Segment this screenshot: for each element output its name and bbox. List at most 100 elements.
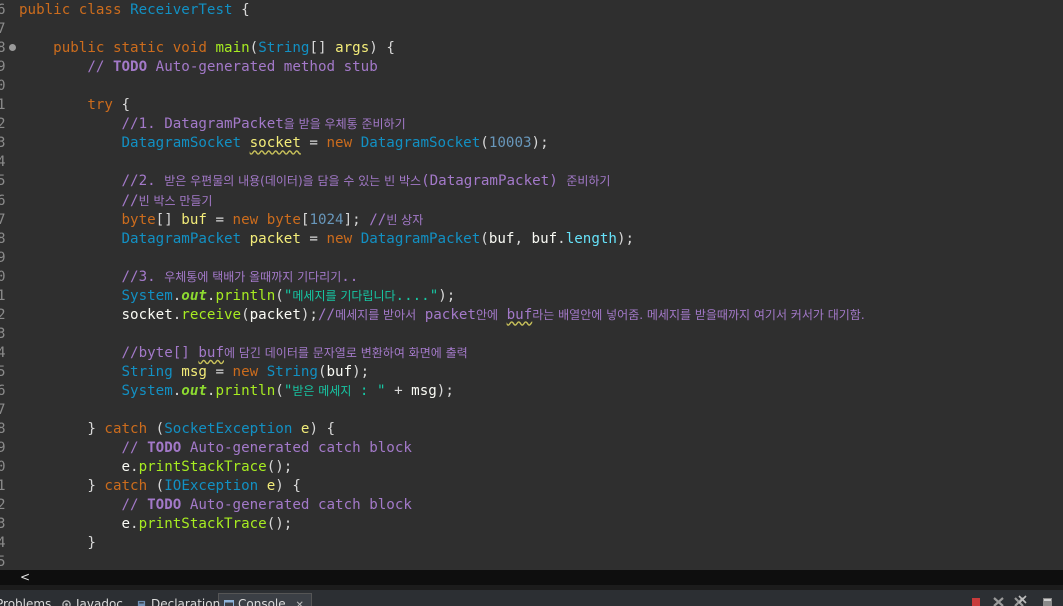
code-text: public static void main(String[] args) {	[53, 40, 395, 57]
code-text: } catch (SocketException e) {	[19, 421, 336, 438]
code-line[interactable]: 9	[0, 249, 1063, 268]
line-number: 6	[0, 192, 6, 209]
tab-javadoc-label: Javadoc	[76, 597, 123, 606]
tab-javadoc[interactable]: Javadoc	[62, 596, 123, 606]
code-line[interactable]: 9 // TODO Auto-generated method stub	[0, 58, 1063, 77]
line-number: 3	[0, 516, 6, 533]
console-icon	[224, 597, 234, 606]
line-number: 9	[0, 249, 6, 266]
code-line[interactable]: 1 try {	[0, 96, 1063, 115]
code-line[interactable]: 3	[0, 325, 1063, 344]
code-line[interactable]: 7	[0, 401, 1063, 420]
code-line[interactable]: 5 String msg = new String(buf);	[0, 363, 1063, 382]
code-text: socket.receive(packet);//메세지를 받아서 packet…	[121, 306, 865, 323]
code-line[interactable]: 3 e.printStackTrace();	[0, 515, 1063, 534]
horizontal-scrollbar[interactable]: <	[0, 570, 1063, 585]
code-line[interactable]: 1 System.out.println("메세지를 기다립니다....");	[0, 287, 1063, 306]
line-number: 3	[0, 135, 6, 152]
code-text: //1. DatagramPacket을 받을 우체통 준비하기	[121, 116, 406, 133]
line-number: 1	[0, 287, 6, 304]
code-line[interactable]: 0 e.printStackTrace();	[0, 458, 1063, 477]
code-text: System.out.println("메세지를 기다립니다....");	[121, 287, 456, 304]
tab-problems[interactable]: Problems	[0, 596, 51, 606]
code-line[interactable]: 8 public static void main(String[] args)…	[0, 39, 1063, 58]
line-number: 6	[0, 2, 6, 18]
code-text: //3. 우체통에 택배가 올때까지 기다리기..	[121, 268, 359, 285]
terminate-icon[interactable]	[971, 595, 982, 606]
code-line[interactable]: 5	[0, 553, 1063, 570]
line-number: 5	[0, 554, 6, 570]
code-text: // TODO Auto-generated catch block	[121, 440, 412, 457]
line-number: 2	[0, 306, 6, 323]
code-line[interactable]: 4 //byte[] buf에 담긴 데이터를 문자열로 변환하여 화면에 출력	[0, 344, 1063, 363]
tab-console[interactable]: Console ✕	[224, 596, 304, 606]
line-number: 8	[0, 40, 6, 57]
code-line[interactable]: 4 }	[0, 534, 1063, 553]
line-number: 9	[0, 440, 6, 457]
line-number: 2	[0, 116, 6, 133]
line-number: 5	[0, 363, 6, 380]
line-number: 4	[0, 535, 6, 552]
code-text: //byte[] buf에 담긴 데이터를 문자열로 변환하여 화면에 출력	[121, 344, 468, 361]
code-line[interactable]: 2 //1. DatagramPacket을 받을 우체통 준비하기	[0, 115, 1063, 134]
code-text: try {	[87, 97, 131, 114]
line-number: 2	[0, 497, 6, 514]
line-number: 1	[0, 97, 6, 114]
line-number: 5	[0, 173, 6, 190]
tab-console-close-icon[interactable]: ✕	[295, 600, 303, 606]
code-text: DatagramPacket packet = new DatagramPack…	[121, 230, 635, 247]
tab-problems-label: Problems	[0, 597, 52, 606]
code-text: DatagramSocket socket = new DatagramSock…	[121, 135, 549, 152]
line-number: 0	[0, 268, 6, 285]
line-number: 3	[0, 325, 6, 342]
tab-console-label: Console	[238, 597, 286, 606]
line-number: 4	[0, 154, 6, 171]
at-icon	[62, 597, 71, 606]
declaration-icon	[137, 597, 146, 606]
line-number: 7	[0, 21, 6, 38]
code-text: byte[] buf = new byte[1024]; //빈 상자	[121, 211, 424, 228]
scroll-left-icon[interactable]: <	[20, 570, 30, 585]
code-line[interactable]: 6 //빈 박스 만들기	[0, 192, 1063, 211]
code-line[interactable]: 2 // TODO Auto-generated catch block	[0, 496, 1063, 515]
code-line[interactable]: 0 //3. 우체통에 택배가 올때까지 기다리기..	[0, 268, 1063, 287]
code-line[interactable]: 0	[0, 77, 1063, 96]
line-number: 0	[0, 459, 6, 476]
line-number: 4	[0, 344, 6, 361]
code-line[interactable]: 5 //2. 받은 우편물의 내용(데이터)을 담을 수 있는 빈 박스(Dat…	[0, 172, 1063, 191]
code-text: e.printStackTrace();	[121, 516, 293, 533]
code-editor[interactable]: 6 public class ReceiverTest {7 8 public st…	[0, 0, 1063, 570]
line-number: 8	[0, 230, 6, 247]
line-number: 1	[0, 478, 6, 495]
code-line[interactable]: 3 DatagramSocket socket = new DatagramSo…	[0, 134, 1063, 153]
remove-all-icon[interactable]	[1014, 595, 1027, 606]
line-number: 8	[0, 421, 6, 438]
code-text: // TODO Auto-generated method stub	[87, 59, 378, 76]
code-line[interactable]: 9 // TODO Auto-generated catch block	[0, 439, 1063, 458]
code-text: // TODO Auto-generated catch block	[121, 497, 412, 514]
code-text: System.out.println("받은 메세지 : " + msg);	[121, 383, 454, 399]
code-line[interactable]: 6 public class ReceiverTest {	[0, 1, 1063, 20]
code-line[interactable]: 1 } catch (IOException e) {	[0, 477, 1063, 496]
code-line[interactable]: 8 DatagramPacket packet = new DatagramPa…	[0, 230, 1063, 249]
code-text: e.printStackTrace();	[121, 459, 293, 476]
line-number: 6	[0, 383, 6, 399]
code-text: public class ReceiverTest {	[19, 2, 250, 18]
line-number: 0	[0, 78, 6, 95]
code-text: }	[19, 535, 96, 552]
line-number: 7	[0, 402, 6, 419]
code-line[interactable]: 6 System.out.println("받은 메세지 : " + msg);	[0, 382, 1063, 401]
code-line[interactable]: 2 socket.receive(packet);//메세지를 받아서 pack…	[0, 306, 1063, 325]
line-number: 7	[0, 211, 6, 228]
code-line[interactable]: 4	[0, 153, 1063, 172]
code-line[interactable]: 8 } catch (SocketException e) {	[0, 420, 1063, 439]
code-text: //2. 받은 우편물의 내용(데이터)을 담을 수 있는 빈 박스(Datag…	[121, 173, 611, 190]
code-line[interactable]: 7 byte[] buf = new byte[1024]; //빈 상자	[0, 211, 1063, 230]
code-text: } catch (IOException e) {	[19, 478, 301, 495]
tab-declaration[interactable]: Declaration	[137, 596, 220, 606]
code-line[interactable]: 7	[0, 20, 1063, 39]
clear-console-icon[interactable]	[1042, 595, 1053, 606]
remove-launch-icon[interactable]	[993, 595, 1004, 606]
bottom-panel-tab-bar: Problems Javadoc Declaration Console ✕	[0, 590, 1063, 606]
line-number: 9	[0, 59, 6, 76]
